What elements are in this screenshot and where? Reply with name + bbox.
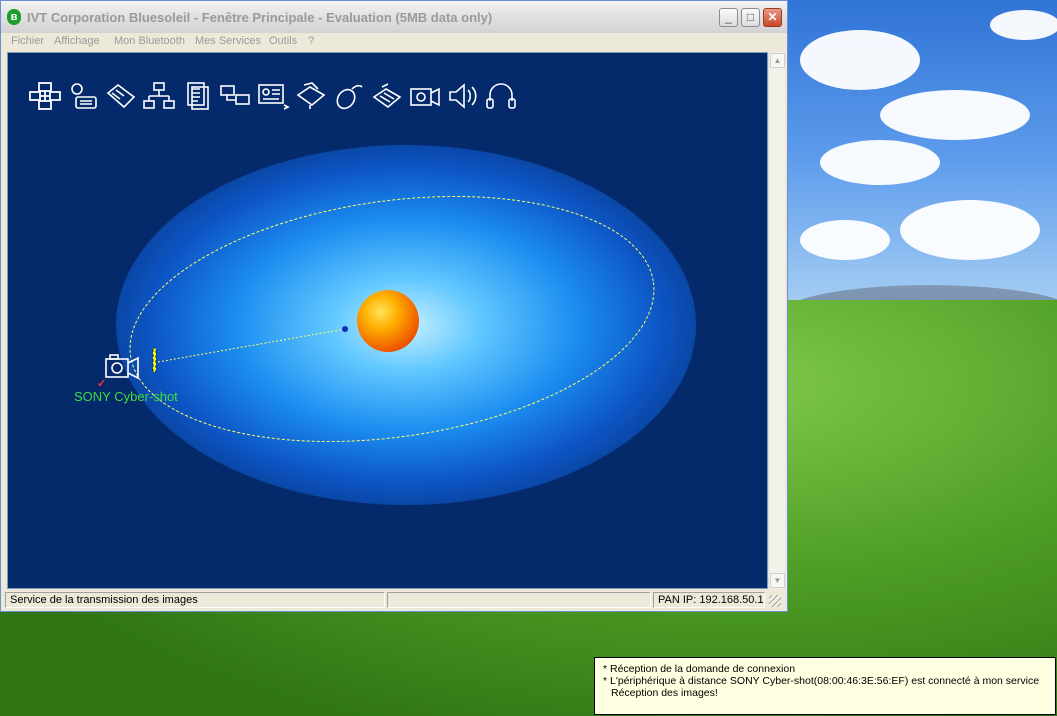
notification-balloon[interactable]: * Réception de la domande de connexion *… [594, 657, 1056, 715]
fax-icon[interactable] [104, 81, 138, 111]
maximize-button[interactable]: □ [741, 8, 760, 27]
resize-grip-icon[interactable] [769, 595, 781, 607]
printer-icon[interactable] [294, 81, 328, 111]
cloud [800, 30, 920, 90]
menu-affichage[interactable]: Affichage [54, 35, 100, 47]
status-middle-cell [387, 592, 651, 608]
notification-line-2: * L'périphérique à distance SONY Cyber-s… [603, 675, 1040, 687]
close-button[interactable]: ✕ [763, 8, 782, 27]
signal-indicator [152, 347, 157, 373]
status-service-text: Service de la transmission des images [5, 592, 385, 608]
mouse-icon[interactable] [332, 81, 366, 111]
status-ip-text: PAN IP: 192.168.50.1 [653, 592, 765, 608]
headset-icon[interactable] [484, 81, 518, 111]
menu-help[interactable]: ? [308, 35, 314, 47]
file-transfer-icon[interactable] [180, 81, 214, 111]
connection-endpoint [342, 326, 348, 332]
notification-line-3: Réception des images! [611, 687, 718, 699]
business-card-icon[interactable] [256, 81, 290, 111]
serial-fax-icon[interactable] [370, 81, 404, 111]
lan-access-icon[interactable] [142, 81, 176, 111]
title-bar[interactable]: ʙ IVT Corporation Bluesoleil - Fenêtre P… [1, 1, 787, 34]
device-label[interactable]: SONY Cyber-shot [74, 389, 178, 404]
cloud [990, 10, 1057, 40]
menu-mes-services[interactable]: Mes Services [195, 35, 261, 47]
imaging-camera-icon[interactable] [408, 81, 442, 111]
cloud [800, 220, 890, 260]
window-title: IVT Corporation Bluesoleil - Fenêtre Pri… [27, 10, 493, 25]
scroll-up-arrow-icon[interactable]: ▲ [770, 53, 785, 68]
minimize-button[interactable]: _ [719, 8, 738, 27]
menu-bar: Fichier Affichage Mon Bluetooth Mes Serv… [1, 33, 787, 51]
pan-network-icon[interactable] [28, 81, 62, 111]
audio-speaker-icon[interactable] [446, 81, 480, 111]
menu-mon-bluetooth[interactable]: Mon Bluetooth [114, 35, 185, 47]
sync-icon[interactable] [218, 81, 252, 111]
main-window: ʙ IVT Corporation Bluesoleil - Fenêtre P… [0, 0, 788, 612]
local-device-sun[interactable] [357, 290, 419, 352]
connection-line [157, 328, 346, 363]
cloud [880, 90, 1030, 140]
cloud [820, 140, 940, 185]
bluetooth-icon[interactable]: ʙ [7, 9, 21, 25]
notification-line-1: * Réception de la domande de connexion [603, 663, 796, 675]
dialup-icon[interactable] [66, 81, 100, 111]
menu-fichier[interactable]: Fichier [11, 35, 44, 47]
status-bar: Service de la transmission des images PA… [3, 591, 785, 611]
menu-outils[interactable]: Outils [269, 35, 297, 47]
vertical-scrollbar[interactable]: ▲ ▼ [768, 52, 785, 589]
camera-device-icon[interactable] [104, 353, 144, 381]
scroll-down-arrow-icon[interactable]: ▼ [770, 573, 785, 588]
device-map-area[interactable]: ✓ SONY Cyber-shot [7, 52, 768, 589]
cloud [900, 200, 1040, 260]
